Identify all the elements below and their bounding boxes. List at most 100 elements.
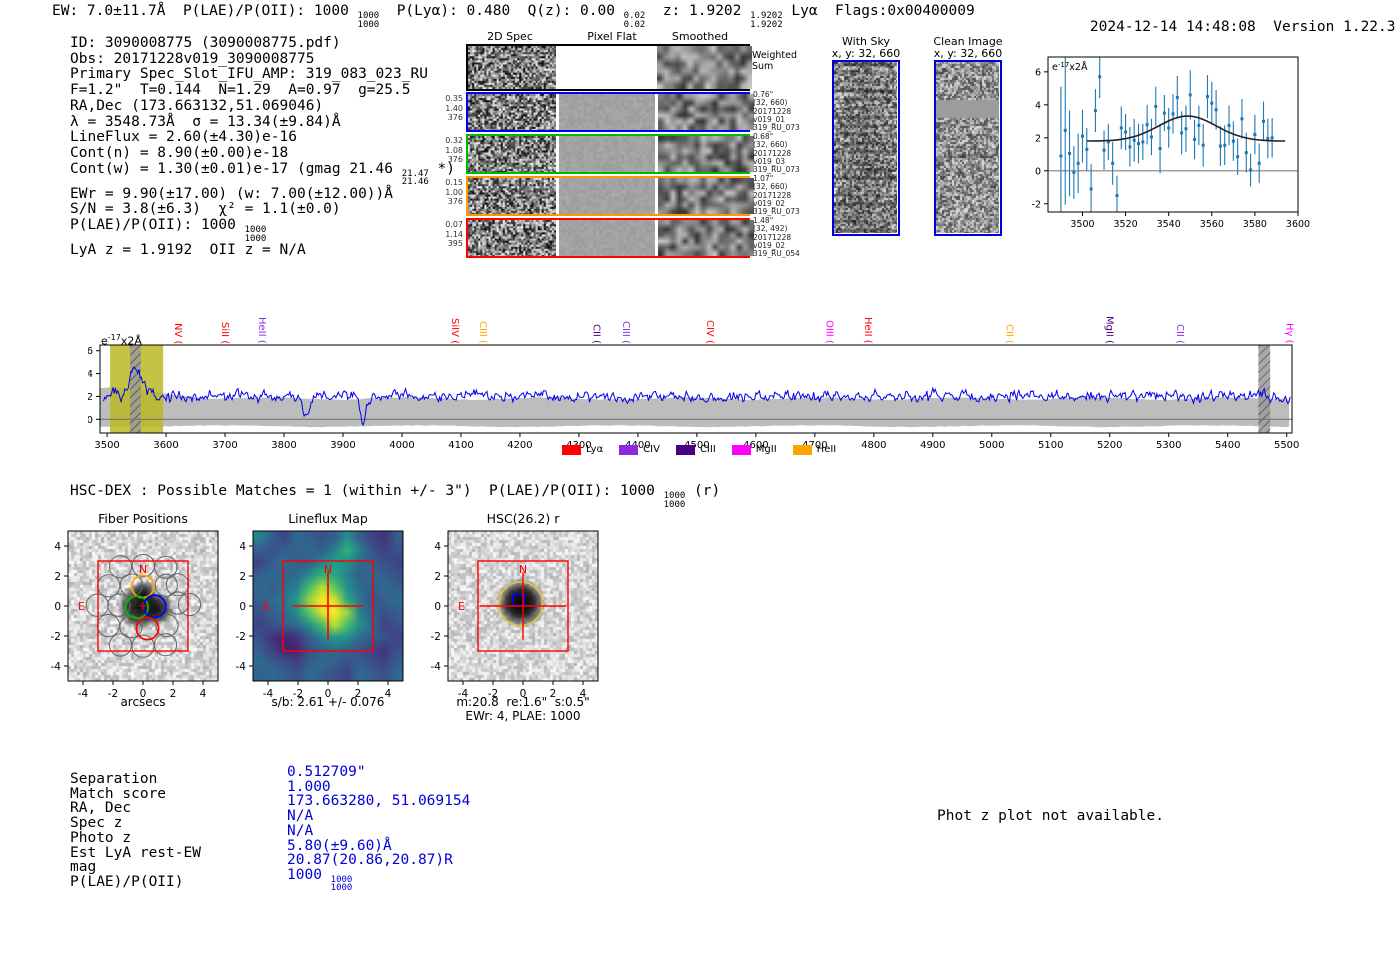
spec2d-row xyxy=(466,44,750,91)
fiber-positions-svg: -4-4-2-2002244NE xyxy=(48,521,248,717)
svg-text:2: 2 xyxy=(434,571,441,583)
svg-text:-4: -4 xyxy=(236,661,247,673)
info-line: Primary Spec_Slot_IFU_AMP: 319_083_023_R… xyxy=(70,67,455,83)
emission-line-marker: HeII ( xyxy=(256,317,267,344)
match-table-value: N/A xyxy=(287,824,470,839)
spec2d-row-left-labels: 0.151.00376 xyxy=(438,178,463,207)
spec2d-row xyxy=(466,134,750,174)
svg-text:0: 0 xyxy=(54,601,61,613)
legend-item: Lyα xyxy=(562,444,603,455)
stacked-fraction: 21.4721.46 xyxy=(402,170,429,187)
svg-text:2: 2 xyxy=(88,392,93,403)
legend-swatch xyxy=(619,445,638,455)
spec2d-pixelflat-image xyxy=(559,220,655,256)
svg-text:3500: 3500 xyxy=(94,440,119,451)
with-sky-title: With Sky x, y: 32, 660 xyxy=(816,36,916,60)
match-table-values: 0.512709"1.000173.663280, 51.069154N/AN/… xyxy=(287,765,470,893)
svg-text:5300: 5300 xyxy=(1156,440,1181,451)
svg-text:4: 4 xyxy=(88,369,93,380)
match-table-value: 1.000 xyxy=(287,780,470,795)
svg-text:3580: 3580 xyxy=(1243,219,1267,230)
with-sky-cutout xyxy=(832,60,900,236)
legend-item: MgII xyxy=(732,444,777,455)
info-line: ID: 3090008775 (3090008775.pdf) xyxy=(70,36,455,52)
with-sky-coords: x, y: 32, 660 xyxy=(816,48,916,60)
svg-text:4900: 4900 xyxy=(920,440,945,451)
match-table-value: 0.512709" xyxy=(287,765,470,780)
legend-swatch xyxy=(562,445,581,455)
info-line: λ = 3548.73Å σ = 13.34(±9.84)Å xyxy=(70,115,455,131)
info-line: RA,Dec (173.663132,51.069046) xyxy=(70,99,455,115)
clean-image-coords: x, y: 32, 660 xyxy=(918,48,1018,60)
match-table-value: 1000 10001000 xyxy=(287,868,470,893)
emission-line-marker: CII ( xyxy=(591,324,602,344)
emission-line-marker: SiII ( xyxy=(219,322,230,344)
spec2d-noisy-image xyxy=(468,136,556,172)
emission-line-marker: OIII ( xyxy=(824,320,835,344)
match-table-value: 20.87(20.86,20.87)R xyxy=(287,853,470,868)
spec2d-header-2dspec: 2D Spec xyxy=(470,30,550,43)
spec2d-row-left-labels: 0.071.14395 xyxy=(438,220,463,249)
match-table-label: Separation xyxy=(70,772,201,787)
emission-line-marker: CIV ( xyxy=(704,320,715,344)
svg-text:3520: 3520 xyxy=(1113,219,1137,230)
spec2d-pixelflat-image xyxy=(559,46,654,89)
emission-line-marker: MgII ( xyxy=(1104,316,1115,344)
legend-label: Lyα xyxy=(586,444,603,455)
stacked-fraction: 10001000 xyxy=(245,226,267,243)
info-line: F=1.2" T=0.144 N=1.29 A=0.97 g=25.5 xyxy=(70,83,455,99)
info-line: P(LAE)/P(OII): 1000 10001000 xyxy=(70,218,455,243)
svg-text:3800: 3800 xyxy=(271,440,296,451)
svg-text:3700: 3700 xyxy=(212,440,237,451)
svg-text:-4: -4 xyxy=(431,661,442,673)
spec2d-row-left-labels: 0.351.40376 xyxy=(438,94,463,123)
emission-line-marker: CII ( xyxy=(1174,324,1185,344)
spectrum-legend: LyαCIVCIIIMgIIHeII xyxy=(562,444,836,455)
svg-text:4: 4 xyxy=(239,541,246,553)
svg-text:4800: 4800 xyxy=(861,440,886,451)
svg-text:5400: 5400 xyxy=(1215,440,1240,451)
spec2d-smoothed-image xyxy=(658,94,754,130)
svg-text:2: 2 xyxy=(1035,133,1041,144)
hsc-cutout-overlay: -4-4-2-2002244NE xyxy=(428,521,628,721)
svg-text:2: 2 xyxy=(54,571,61,583)
weighted-sum-label: Weighted Sum xyxy=(752,50,812,72)
svg-text:3500: 3500 xyxy=(1070,219,1094,230)
match-table-label: Spec z xyxy=(70,816,201,831)
clean-image-noise-image xyxy=(936,62,999,233)
emission-line-marker: NV ( xyxy=(172,323,183,344)
match-table-label: Est LyA rest-EW xyxy=(70,846,201,861)
match-table-label: mag xyxy=(70,860,201,875)
spec2d-row-right-labels: 1.07"(32, 660)20171228v019_02319_RU_073 xyxy=(753,175,813,216)
spec2d-row xyxy=(466,218,750,258)
report-version: Version 1.22.3 xyxy=(1273,19,1395,35)
svg-text:3560: 3560 xyxy=(1200,219,1224,230)
hsc-dex-match-line: HSC-DEX : Possible Matches = 1 (within +… xyxy=(70,483,720,509)
stacked-fraction: 0.020.02 xyxy=(624,12,646,29)
hsc-cutout-xlabel1: m:20.8 re:1.6" s:0.5" xyxy=(443,695,603,709)
spec2d-noisy-image xyxy=(468,220,556,256)
svg-text:4: 4 xyxy=(1035,100,1041,111)
info-line: EWr = 9.90(±17.00) (w: 7.00(±12.00))Å xyxy=(70,187,455,203)
svg-text:2: 2 xyxy=(239,571,246,583)
match-table-label: Photo z xyxy=(70,831,201,846)
fiber-positions-xlabel: arcsecs xyxy=(63,695,223,709)
svg-text:6: 6 xyxy=(88,346,93,357)
svg-text:3540: 3540 xyxy=(1157,219,1181,230)
stacked-fraction: 10001000 xyxy=(664,492,686,509)
spec2d-pixelflat-image xyxy=(559,94,655,130)
header-summary-line: EW: 7.0±11.7Å P(LAE)/P(OII): 1000 100010… xyxy=(52,3,975,29)
stacked-fraction: 10001000 xyxy=(358,12,380,29)
svg-text:4100: 4100 xyxy=(448,440,473,451)
photz-note: Phot z plot not available. xyxy=(937,808,1164,824)
legend-label: MgII xyxy=(756,444,777,455)
info-line: S/N = 3.8(±6.3) χ² = 1.1(±0.0) xyxy=(70,202,455,218)
legend-label: CIV xyxy=(643,444,660,455)
svg-text:4: 4 xyxy=(54,541,61,553)
svg-text:0: 0 xyxy=(88,415,93,426)
svg-text:E: E xyxy=(78,600,85,613)
lineflux-map-svg: -4-4-2-2002244NE xyxy=(233,521,433,717)
svg-text:5500: 5500 xyxy=(1274,440,1299,451)
svg-text:5000: 5000 xyxy=(979,440,1004,451)
with-sky-noise-image xyxy=(834,62,897,233)
